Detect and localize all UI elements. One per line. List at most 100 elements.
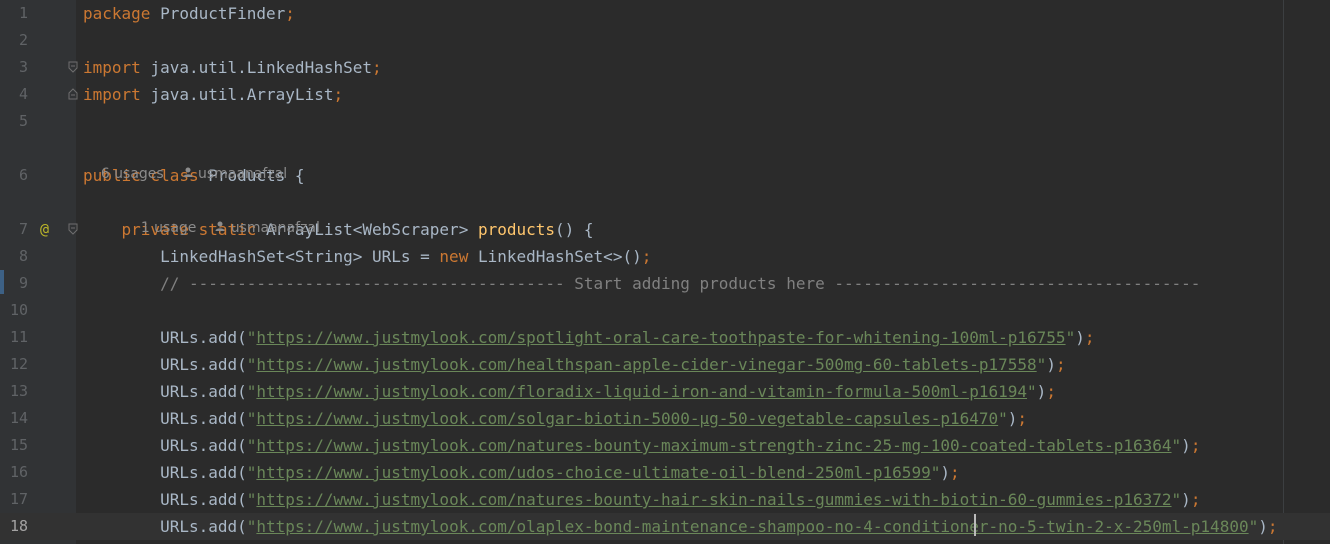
line-number[interactable]: 6: [0, 162, 28, 189]
class-usages-hint[interactable]: 6 usages usmaanafzal: [83, 135, 287, 182]
code-text[interactable]: URLs.add("https://www.justmylook.com/ola…: [83, 513, 1278, 540]
url-link[interactable]: https://www.justmylook.com/olaplex-bond-…: [256, 517, 1248, 536]
code-token: package: [83, 4, 161, 23]
user-icon: [214, 215, 226, 241]
code-line[interactable]: 11 URLs.add("https://www.justmylook.com/…: [0, 324, 1330, 351]
code-text[interactable]: import java.util.ArrayList;: [83, 81, 343, 108]
code-line[interactable]: 2: [0, 27, 1330, 54]
code-line[interactable]: 14 URLs.add("https://www.justmylook.com/…: [0, 405, 1330, 432]
line-number[interactable]: 10: [0, 297, 28, 324]
code-line[interactable]: 10: [0, 297, 1330, 324]
code-token: ": [246, 355, 257, 374]
code-line[interactable]: 5: [0, 108, 1330, 135]
code-token: ): [940, 463, 950, 482]
code-token: ): [1046, 355, 1056, 374]
line-number[interactable]: 9: [0, 270, 28, 297]
code-token: ": [1171, 436, 1182, 455]
line-number[interactable]: 11: [0, 324, 28, 351]
line-number[interactable]: 5: [0, 108, 28, 135]
usages-count[interactable]: 6 usages: [101, 166, 164, 182]
code-token: ": [246, 382, 257, 401]
code-token: ;: [285, 4, 295, 23]
line-number[interactable]: 2: [0, 27, 28, 54]
code-token: ;: [1190, 490, 1201, 509]
line-number[interactable]: 8: [0, 243, 28, 270]
code-token: new: [439, 247, 478, 266]
code-token: ": [246, 517, 257, 536]
line-number[interactable]: 12: [0, 351, 28, 378]
code-token: ;: [641, 247, 652, 266]
code-line[interactable]: 16 URLs.add("https://www.justmylook.com/…: [0, 459, 1330, 486]
code-text[interactable]: URLs.add("https://www.justmylook.com/flo…: [83, 378, 1056, 405]
author-name[interactable]: usmaanafzal: [231, 220, 320, 236]
code-token: URLs.add(: [83, 490, 247, 509]
code-text[interactable]: URLs.add( "https://www.justmylook.com/nat…: [83, 432, 1200, 459]
usages-count[interactable]: 1 usage: [141, 220, 197, 236]
code-token: ): [1007, 409, 1018, 428]
code-line[interactable]: 1 package ProductFinder;: [0, 0, 1330, 27]
code-text[interactable]: LinkedHashSet<String> URLs = new LinkedH…: [83, 243, 651, 270]
url-link[interactable]: https://www.justmylook.com/solgar-biotin…: [256, 409, 998, 428]
code-text[interactable]: URLs.add("https://www.justmylook.com/spo…: [83, 324, 1094, 351]
code-token: ): [1181, 490, 1191, 509]
code-token: ": [246, 490, 257, 509]
line-number[interactable]: 3: [0, 54, 28, 81]
code-line[interactable]: 3 import java.util.LinkedHashSet;: [0, 54, 1330, 81]
code-token: URLs.add(: [83, 409, 247, 428]
code-token: ): [1258, 517, 1268, 536]
line-number[interactable]: 15: [0, 432, 28, 459]
code-token: URLs.add(: [83, 436, 247, 455]
code-token: URLs.add(: [83, 517, 247, 536]
code-line[interactable]: 18 URLs.add("https://www.justmylook.com/…: [0, 513, 1330, 540]
code-text[interactable]: import java.util.LinkedHashSet;: [83, 54, 382, 81]
url-link[interactable]: https://www.justmylook.com/natures-bount…: [256, 436, 1171, 455]
line-number[interactable]: 7: [0, 216, 28, 243]
code-line[interactable]: 15 URLs.add( "https://www.justmylook.com/…: [0, 432, 1330, 459]
line-number[interactable]: 1: [0, 0, 28, 27]
code-token: () {: [555, 220, 594, 239]
code-token: ": [246, 328, 257, 347]
code-token: URLs.add(: [83, 328, 247, 347]
line-number[interactable]: 14: [0, 405, 28, 432]
code-text[interactable]: URLs.add("https://www.justmylook.com/nat…: [83, 486, 1200, 513]
code-token: ): [1036, 382, 1047, 401]
url-link[interactable]: https://www.justmylook.com/healthspan-ap…: [256, 355, 1036, 374]
line-number[interactable]: 16: [0, 459, 28, 486]
line-number[interactable]: 18: [0, 513, 28, 540]
code-token: ;: [1084, 328, 1095, 347]
code-line[interactable]: 4 import java.util.ArrayList;: [0, 81, 1330, 108]
url-link[interactable]: https://www.justmylook.com/spotlight-ora…: [256, 328, 1065, 347]
code-token: LinkedHashSet<>(): [477, 247, 642, 266]
code-token: ;: [1046, 382, 1056, 401]
line-number[interactable]: 4: [0, 81, 28, 108]
url-link[interactable]: https://www.justmylook.com/floradix-liqu…: [256, 382, 1027, 401]
url-link[interactable]: https://www.justmylook.com/natures-bount…: [256, 490, 1171, 509]
code-line[interactable]: 17 URLs.add("https://www.justmylook.com/…: [0, 486, 1330, 513]
code-text[interactable]: package ProductFinder;: [83, 0, 295, 27]
url-link[interactable]: https://www.justmylook.com/udos-choice-u…: [256, 463, 930, 482]
fold-marker-icon[interactable]: [68, 54, 78, 81]
code-token: ": [1065, 328, 1076, 347]
code-token: import: [83, 85, 151, 104]
code-line[interactable]: 13 URLs.add("https://www.justmylook.com/…: [0, 378, 1330, 405]
line-number[interactable]: 13: [0, 378, 28, 405]
code-editor[interactable]: 1 package ProductFinder; 2 3 import java.uti…: [0, 0, 1330, 544]
code-token: URLs.add(: [83, 355, 247, 374]
code-line[interactable]: 9 // -----------------------------------…: [0, 270, 1330, 297]
code-line[interactable]: 8 LinkedHashSet<String> URLs = new Linke…: [0, 243, 1330, 270]
line-number[interactable]: 17: [0, 486, 28, 513]
code-token: ;: [333, 85, 344, 104]
author-name[interactable]: usmaanafzal: [198, 166, 287, 182]
code-token: ;: [1267, 517, 1278, 536]
code-token: URLs.add(: [83, 463, 247, 482]
code-text[interactable]: URLs.add("https://www.justmylook.com/udo…: [83, 459, 960, 486]
code-token: ": [1171, 490, 1182, 509]
code-text[interactable]: URLs.add("https://www.justmylook.com/hea…: [83, 351, 1066, 378]
fold-marker-icon[interactable]: [68, 81, 78, 108]
method-usages-hint[interactable]: 1 usage usmaanafzal: [123, 189, 320, 236]
fold-marker-icon[interactable]: [68, 216, 78, 243]
code-text[interactable]: // -------------------------------------…: [83, 270, 1200, 297]
code-line[interactable]: 12 URLs.add("https://www.justmylook.com/…: [0, 351, 1330, 378]
code-text[interactable]: URLs.add("https://www.justmylook.com/sol…: [83, 405, 1027, 432]
override-marker-icon[interactable]: @: [40, 216, 49, 243]
